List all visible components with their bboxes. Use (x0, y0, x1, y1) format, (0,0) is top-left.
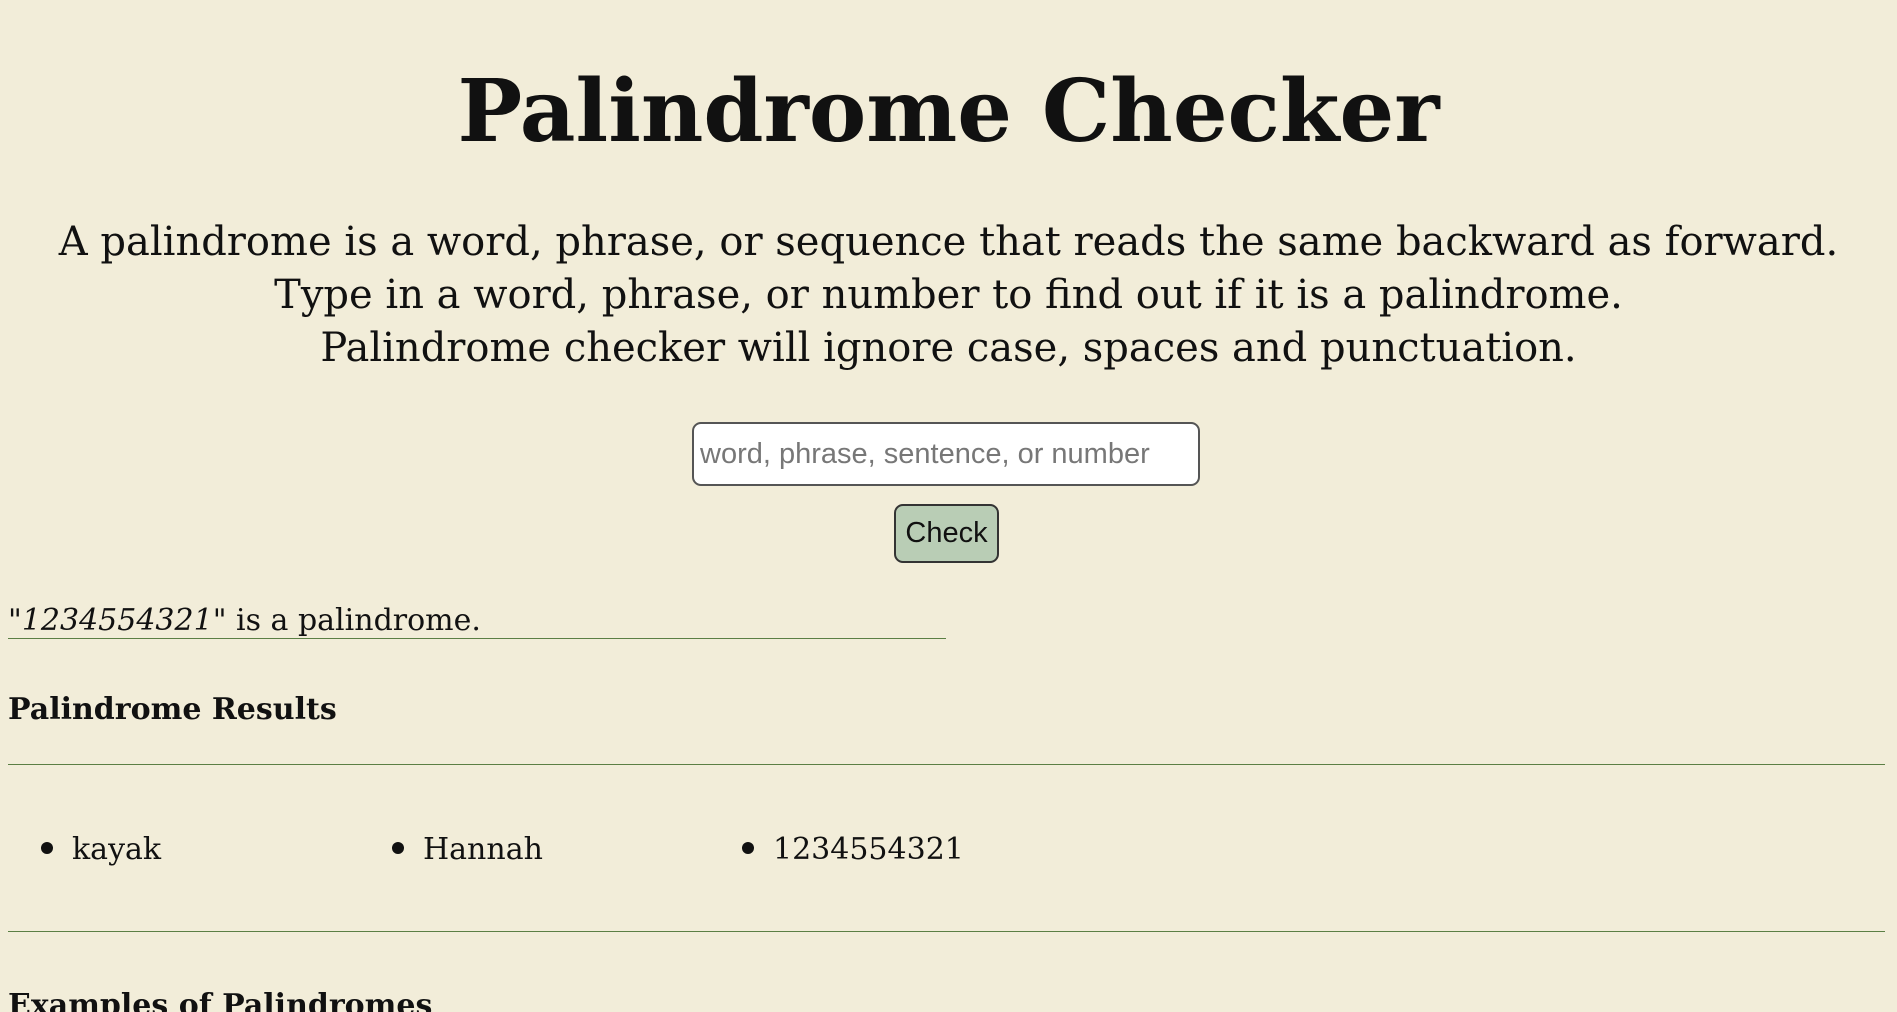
bullet-icon (41, 842, 53, 854)
bullet-icon (392, 842, 404, 854)
check-button[interactable]: Check (894, 504, 999, 563)
result-term: 1234554321 (21, 603, 213, 638)
palindrome-input[interactable] (692, 422, 1200, 486)
divider (8, 931, 1885, 932)
bullet-icon (742, 842, 754, 854)
intro-line: Palindrome checker will ignore case, spa… (320, 325, 1577, 371)
result-open-quote: " (8, 603, 22, 638)
divider (8, 764, 1885, 765)
list-item-label: Hannah (423, 832, 543, 867)
intro-line: A palindrome is a word, phrase, or seque… (58, 219, 1839, 265)
examples-heading: Examples of Palindromes (8, 988, 433, 1012)
list-item-label: kayak (72, 832, 162, 867)
result-suffix: " is a palindrome. (212, 603, 481, 638)
page: Palindrome Checker A palindrome is a wor… (0, 0, 1897, 1012)
list-item-label: 1234554321 (773, 832, 964, 867)
list-item: Hannah (392, 826, 543, 874)
list-item: 1234554321 (742, 826, 964, 874)
intro-text: A palindrome is a word, phrase, or seque… (0, 216, 1897, 375)
list-item: kayak (41, 826, 161, 874)
palindrome-results-heading: Palindrome Results (8, 692, 337, 727)
page-title: Palindrome Checker (457, 61, 1440, 162)
result-message: "1234554321" is a palindrome. (8, 604, 946, 639)
intro-line: Type in a word, phrase, or number to fin… (274, 272, 1623, 318)
